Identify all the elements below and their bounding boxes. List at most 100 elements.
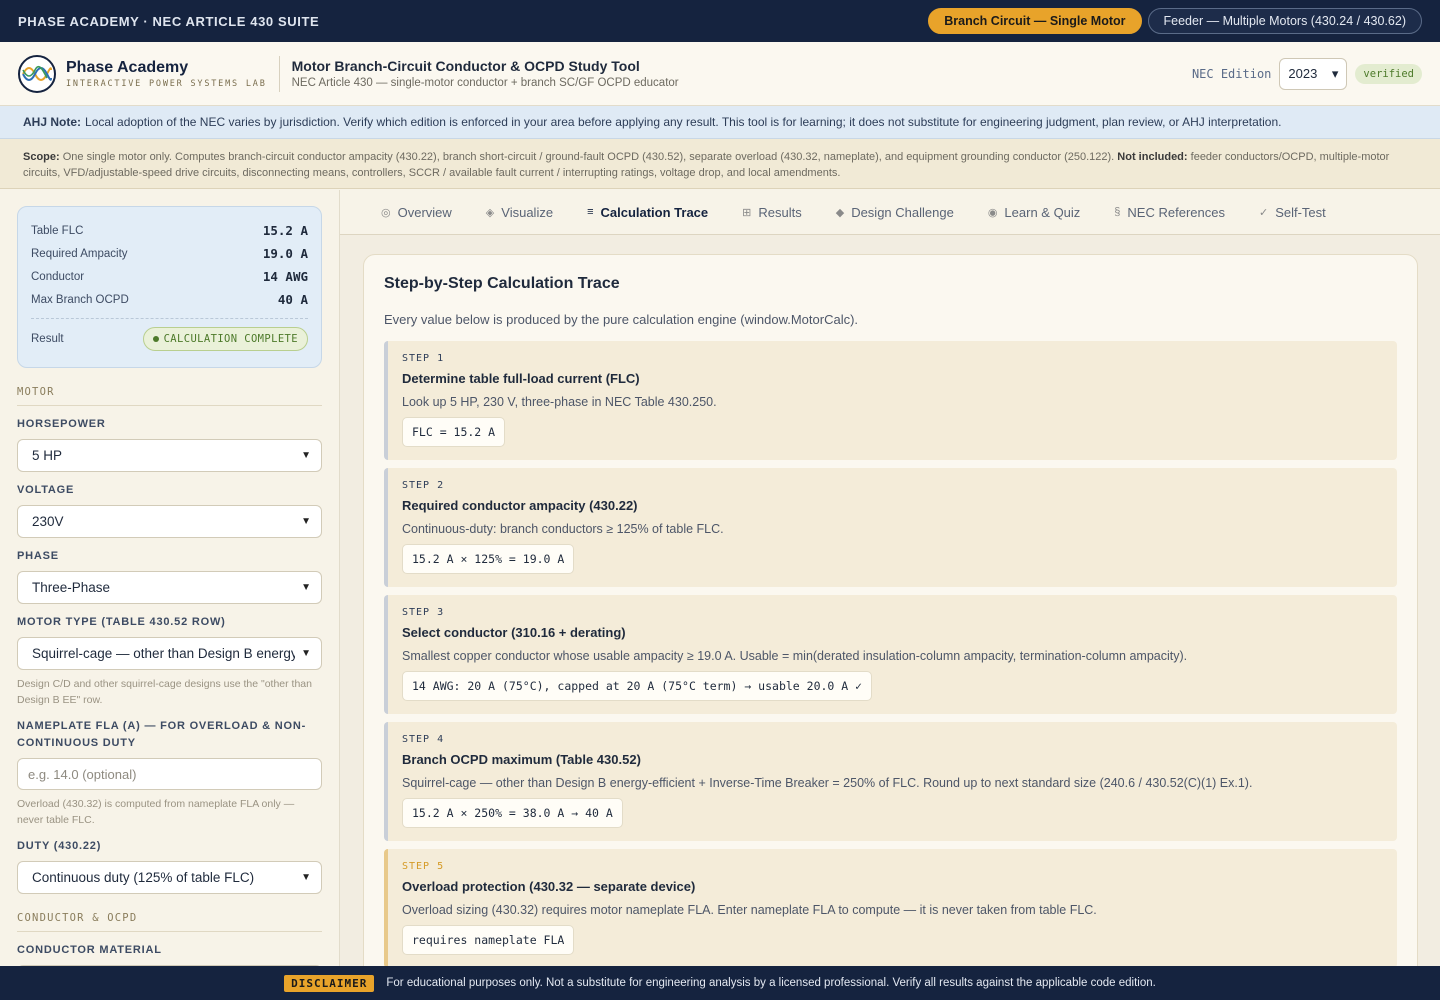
app-header: Phase Academy INTERACTIVE POWER SYSTEMS … [0,42,1440,106]
step-formula: FLC = 15.2 A [402,417,506,447]
step-description: Look up 5 HP, 230 V, three-phase in NEC … [402,395,717,409]
step-number: STEP 5 [402,861,445,872]
voltage-value: 230V [32,514,64,529]
section-conductor: CONDUCTOR & OCPD [17,912,322,932]
trace-step-warning: STEP 5 Overload protection (430.32 — sep… [384,849,1397,966]
summary-row: Required Ampacity 19.0 A [31,242,308,265]
diamond-icon: ◈ [485,206,495,219]
tab-label: Results [758,204,802,220]
chevron-down-icon: ▼ [301,582,311,593]
summary-row: Table FLC 15.2 A [31,219,308,242]
scope-text: One single motor only. Computes branch-c… [62,151,1115,163]
tab-label: Learn & Quiz [1004,204,1081,220]
radio-icon: ◉ [987,206,998,219]
disclaimer-bar: DISCLAIMER For educational purposes only… [0,966,1440,1000]
duty-select[interactable]: Continuous duty (125% of table FLC) ▼ [17,861,322,894]
summary-row: Max Branch OCPD 40 A [31,288,308,311]
disclaimer-text: For educational purposes only. Not a sub… [386,977,1156,989]
edition-label: NEC Edition [1191,66,1272,81]
trace-step: STEP 2 Required conductor ampacity (430.… [384,468,1397,587]
step-description: Overload sizing (430.32) requires motor … [402,903,1097,917]
section-motor: MOTOR [17,386,322,406]
phase-select[interactable]: Three-Phase ▼ [17,571,322,604]
tab-nec-references[interactable]: § NEC References [1097,190,1242,235]
tab-design-challenge[interactable]: ◆ Design Challenge [819,190,971,235]
trace-step: STEP 4 Branch OCPD maximum (Table 430.52… [384,722,1397,841]
tab-label: Design Challenge [851,204,954,220]
motor-type-label: MOTOR TYPE (TABLE 430.52 ROW) [17,616,226,628]
target-icon: ◎ [381,206,391,219]
filled-diamond-icon: ◆ [835,206,845,219]
waveform-icon [22,65,52,81]
summary-value: 15.2 A [262,223,308,238]
top-bar: PHASE ACADEMY · NEC ARTICLE 430 SUITE Br… [0,0,1440,42]
grid-icon: ⊞ [742,206,752,219]
scope-note: Scope: One single motor only. Computes b… [0,139,1440,189]
tab-label: Self-Test [1275,204,1326,220]
step-title: Select conductor (310.16 + derating) [402,625,626,640]
status-dot-icon [152,336,159,342]
motor-type-select[interactable]: Squirrel-cage — other than Design B ener… [17,637,322,670]
tab-self-test[interactable]: ✓ Self-Test [1242,190,1343,235]
fla-input[interactable]: e.g. 14.0 (optional) [17,758,322,790]
app-title: Motor Branch-Circuit Conductor & OCPD St… [291,58,640,74]
summary-row: Conductor 14 AWG [31,265,308,288]
input-sidebar: Table FLC 15.2 A Required Ampacity 19.0 … [0,190,340,966]
chevron-down-icon: ▼ [301,516,311,527]
step-description: Squirrel-cage — other than Design B ener… [402,776,1253,790]
horsepower-value: 5 HP [32,448,63,463]
step-formula: 14 AWG: 20 A (75°C), capped at 20 A (75°… [402,671,873,701]
summary-value: 14 AWG [262,269,308,284]
tab-branch-circuit[interactable]: Branch Circuit — Single Motor [928,8,1142,34]
horsepower-select[interactable]: 5 HP ▼ [17,439,322,472]
ahj-label: AHJ Note: [23,115,82,129]
chevron-down-icon: ▼ [301,872,311,883]
trace-card: Step-by-Step Calculation Trace Every val… [363,254,1418,966]
content-tabs: ◎ Overview ◈ Visualize ≡ Calculation Tra… [340,190,1440,235]
step-formula: requires nameplate FLA [402,925,575,955]
step-formula: 15.2 A × 125% = 19.0 A [402,544,575,574]
edition-value: 2023 [1288,66,1318,81]
disclaimer-tag: DISCLAIMER [284,974,375,992]
material-label: CONDUCTOR MATERIAL [17,944,162,956]
summary-value: 40 A [277,292,308,307]
trace-intro: Every value below is produced by the pur… [384,312,859,327]
tab-visualize[interactable]: ◈ Visualize [469,190,570,235]
ahj-text: Local adoption of the NEC varies by juri… [85,115,1282,129]
not-included-label: Not included: [1117,151,1188,163]
tab-results[interactable]: ⊞ Results [725,190,819,235]
trace-step: STEP 1 Determine table full-load current… [384,341,1397,460]
list-icon: ≡ [587,206,594,218]
section-icon: § [1114,206,1121,218]
tab-calculation-trace[interactable]: ≡ Calculation Trace [570,190,725,235]
edition-select[interactable]: 2023 ▾ [1279,57,1348,90]
status-text: CALCULATION COMPLETE [163,333,298,345]
verified-badge: verified [1355,63,1422,84]
chevron-down-icon: ▼ [301,648,311,659]
results-summary: Table FLC 15.2 A Required Ampacity 19.0 … [17,206,322,368]
step-formula: 15.2 A × 250% = 38.0 A → 40 A [402,798,623,828]
tab-learn-quiz[interactable]: ◉ Learn & Quiz [971,190,1097,235]
step-description: Smallest copper conductor whose usable a… [402,649,1188,663]
ahj-note: AHJ Note: Local adoption of the NEC vari… [0,106,1440,139]
result-label: Result [31,333,64,345]
phase-label: PHASE [17,550,59,562]
edition-picker: NEC Edition 2023 ▾ verified [1191,57,1422,90]
step-number: STEP 2 [402,480,445,491]
summary-divider [31,318,308,319]
logo [18,54,56,93]
tab-label: Calculation Trace [600,204,709,220]
app-title-block: Motor Branch-Circuit Conductor & OCPD St… [292,58,679,89]
step-number: STEP 1 [402,353,445,364]
suite-title: PHASE ACADEMY · NEC ARTICLE 430 SUITE [18,13,320,29]
tab-feeder[interactable]: Feeder — Multiple Motors (430.24 / 430.6… [1147,8,1422,34]
tab-overview[interactable]: ◎ Overview [364,190,469,235]
step-description: Continuous-duty: branch conductors ≥ 125… [402,522,724,536]
voltage-select[interactable]: 230V ▼ [17,505,322,538]
summary-value: 19.0 A [262,246,308,261]
duty-label: DUTY (430.22) [17,840,102,852]
step-number: STEP 3 [402,607,445,618]
step-title: Branch OCPD maximum (Table 430.52) [402,752,641,767]
app-subtitle: NEC Article 430 — single-motor conductor… [291,77,679,89]
tab-label: NEC References [1127,204,1225,220]
